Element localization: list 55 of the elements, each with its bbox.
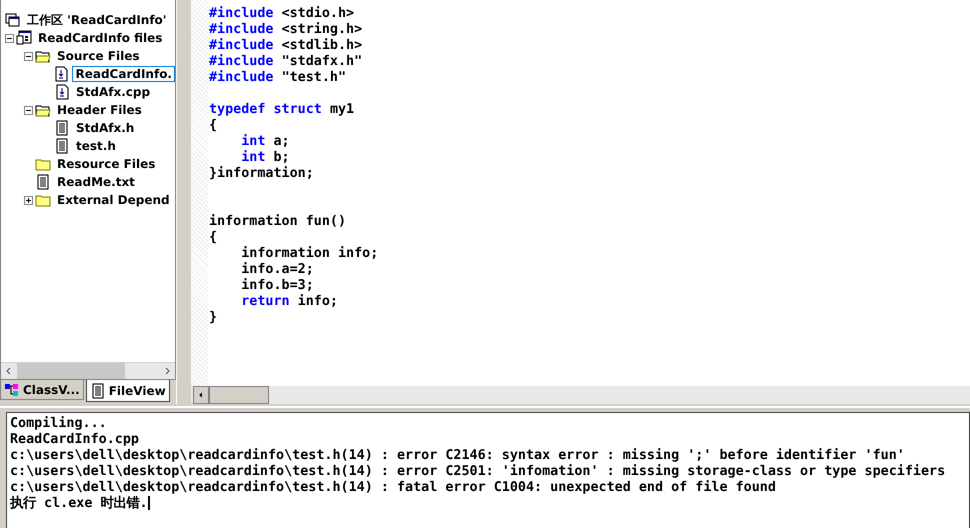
code-line: typedef struct my1 [209,102,356,118]
source-file-icon [53,66,70,82]
code-line: #include <stdlib.h> [209,38,364,54]
output-line: 执行 cl.exe 时出错. [10,496,151,512]
code-line: #include <stdio.h> [209,6,356,22]
code-line: { [209,118,218,134]
document-icon [35,174,51,190]
code-line: info.a=2; [240,262,315,278]
output-line: Compiling... [10,416,108,432]
code-line: information fun() [209,214,348,230]
code-line: } [209,310,218,326]
output-line: c:\users\dell\desktop\readcardinfo\test.h(14) : error C2146: syntax error : missing ';' before identifier 'fun' [10,448,906,464]
panel-tab[interactable]: ClassV... [0,380,84,400]
tree-item[interactable]: ReadCardInfo. [72,66,175,82]
tree-item[interactable]: Source Files [54,48,142,64]
document-icon [54,120,70,136]
tree-item[interactable]: Resource Files [54,156,158,172]
scrollbar[interactable] [191,386,970,404]
collapse-icon[interactable] [24,52,33,60]
expand-icon[interactable] [24,196,33,204]
scrollbar[interactable] [1,362,175,379]
scroll-thumb[interactable] [17,363,125,379]
tree-item[interactable]: StdAfx.cpp [73,84,154,100]
tree-item[interactable]: StdAfx.h [73,120,138,136]
code-line: information info; [240,246,380,262]
output-line: c:\users\dell\desktop\readcardinfo\test.h(14) : error C2501: 'infomation' : missing storage-class or type specifiers [10,464,946,480]
document-icon [54,138,70,154]
panel-tab[interactable]: FileView [86,380,170,402]
code-line: #include "test.h" [209,70,348,86]
code-line: int b; [240,150,291,166]
code-line: return info; [240,294,339,310]
output-line: c:\users\dell\desktop\readcardinfo\test.h(14) : fatal error C1004: unexpected end of file found [10,480,777,496]
tree-item[interactable]: Header Files [54,102,145,118]
scroll-thumb[interactable] [209,386,269,404]
project-icon [16,30,32,46]
collapse-icon[interactable] [5,34,14,42]
workspace-icon [5,12,21,28]
tree-item[interactable]: ReadMe.txt [54,174,138,190]
tree-item[interactable]: External Depend [54,192,173,208]
code-line: #include "stdafx.h" [209,54,364,70]
document-icon [90,382,106,398]
class-icon [4,382,20,398]
tree-item[interactable]: ReadCardInfo files [35,30,166,46]
tree-item[interactable]: 工作区 'ReadCardInfo' [24,10,170,30]
code-line: }information; [209,166,315,182]
collapse-icon[interactable] [24,106,33,114]
code-line: #include <string.h> [209,22,364,38]
text-cursor [148,496,150,510]
source-file-icon [54,84,70,100]
scroll-left-icon[interactable] [193,386,209,404]
code-line: { [209,230,218,246]
code-line: info.b=3; [240,278,315,294]
output-line: ReadCardInfo.cpp [10,432,140,448]
code-line: int a; [240,134,291,150]
tree-item[interactable]: test.h [73,138,119,154]
